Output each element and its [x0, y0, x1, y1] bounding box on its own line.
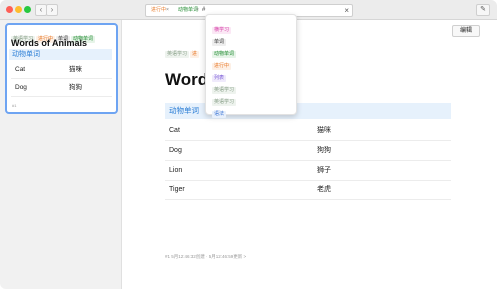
table-row: Lion 狮子	[165, 161, 451, 181]
meaning-cell: 猫咪	[317, 127, 331, 134]
document-title: Words	[165, 70, 205, 89]
minimize-window-button[interactable]	[15, 6, 22, 13]
note-card-title: Words of Animals	[11, 38, 88, 48]
meaning-cell: 老虎	[317, 186, 331, 193]
document-footer: #1 5月12:46:32创建 · 5月12:46:59更新 >	[165, 254, 247, 259]
editor-pane: 编辑 英语学习进 Words 动物单词 Cat 猫咪 Dog 狗狗 Lion 狮…	[122, 20, 497, 289]
document-tags: 英语学习进	[165, 42, 200, 60]
word-cell: Tiger	[169, 186, 185, 193]
table-row: Dog 狗狗	[11, 79, 112, 97]
zoom-window-button[interactable]	[24, 6, 31, 13]
meaning-cell: 猫咪	[69, 66, 82, 73]
note-card-tags: 英语学习 进行中 单词 动物单词	[11, 27, 96, 43]
note-card-subtitle: 动物单词	[9, 49, 112, 60]
forward-button[interactable]: ›	[46, 4, 58, 16]
clear-search-icon[interactable]: ×	[344, 5, 349, 16]
word-cell: Cat	[15, 66, 26, 73]
tag: 语法	[212, 111, 227, 118]
table-row: Cat 猫咪	[11, 61, 112, 79]
meaning-cell: 狮子	[317, 167, 331, 174]
app-window: ‹ › 进行中 × 动物单词 × # × ✎ 英语学习 进行中 单词 动物单词 Wor…	[0, 0, 497, 289]
word-cell: Dog	[169, 147, 182, 154]
sidebar: 英语学习 进行中 单词 动物单词 Words of Animals 动物单词 Cat …	[0, 20, 122, 289]
tag-suggestion-dropdown: 横学习 单词 动物单词 进行中 列表 英语学习 英语学习 语法	[205, 14, 297, 118]
close-window-button[interactable]	[6, 6, 13, 13]
word-cell: Cat	[169, 127, 180, 134]
search-query-text: #	[202, 7, 206, 13]
meaning-cell: 狗狗	[317, 147, 331, 154]
dropdown-item[interactable]: 语法	[212, 102, 227, 120]
table-row: Cat 猫咪	[165, 121, 451, 141]
note-card-footer: #1	[12, 103, 17, 108]
tag[interactable]: 英语学习	[165, 51, 190, 58]
edit-button[interactable]: 编辑	[452, 25, 480, 37]
table-row: Tiger 老虎	[165, 180, 451, 200]
table-row: Dog 狗狗	[165, 141, 451, 161]
compose-icon[interactable]: ✎	[476, 4, 490, 16]
note-card[interactable]: 英语学习 进行中 单词 动物单词 Words of Animals 动物单词 Cat …	[5, 23, 118, 114]
chip-remove-icon[interactable]: ×	[196, 6, 199, 15]
chip-remove-icon[interactable]: ×	[166, 6, 169, 15]
word-cell: Lion	[169, 167, 183, 174]
meaning-cell: 狗狗	[69, 84, 82, 91]
word-cell: Dog	[15, 84, 27, 91]
tag[interactable]: 进	[190, 51, 200, 58]
